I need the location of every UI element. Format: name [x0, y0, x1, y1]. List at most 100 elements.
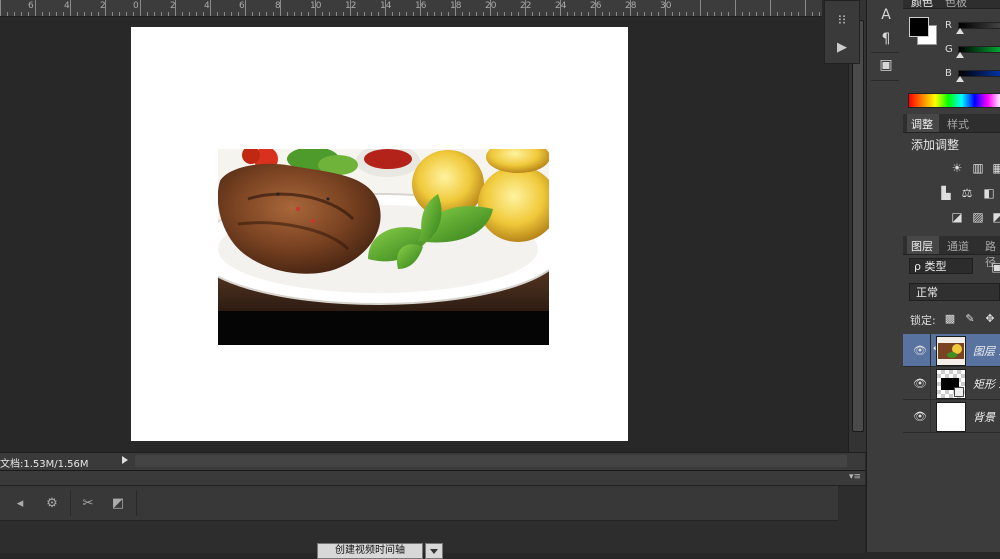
- ruler-label: 4: [64, 1, 70, 11]
- green-slider[interactable]: [958, 46, 1000, 53]
- ruler-tick: [70, 0, 71, 16]
- color-panel-tabs: 颜色 色板: [903, 0, 1000, 9]
- document-canvas[interactable]: [131, 27, 628, 441]
- vibrance-icon[interactable]: ▙: [939, 186, 953, 200]
- visibility-eye-icon[interactable]: 👁: [913, 410, 927, 423]
- right-panels: 颜色 色板 R G B 调整 样式 添加调整 ☀ ▥ ▦ ▙ ⚖ ◧ ◪ ▨ ◩: [903, 0, 1000, 552]
- black-white-icon[interactable]: ◧: [982, 186, 996, 200]
- play-icon[interactable]: ▶: [833, 39, 851, 57]
- scrollbar-thumb[interactable]: [852, 20, 864, 432]
- steak-plate-image: [218, 149, 549, 311]
- add-adjustment-title: 添加调整: [911, 138, 960, 152]
- ruler-tick: [0, 0, 1, 16]
- status-menu-arrow-icon[interactable]: [122, 456, 128, 464]
- ruler-tick: [259, 12, 260, 16]
- ruler-tick: [238, 12, 239, 16]
- layer-row[interactable]: 👁 矩形 1: [903, 367, 1000, 400]
- lock-transparent-icon[interactable]: ▩: [944, 313, 956, 325]
- blue-slider[interactable]: [958, 70, 1000, 77]
- lock-pixels-icon[interactable]: ✎: [964, 313, 976, 325]
- dock-divider: [871, 52, 899, 53]
- ruler-tick: [329, 12, 330, 16]
- color-spectrum[interactable]: [908, 93, 1000, 108]
- ruler-label: 6: [239, 1, 245, 11]
- dock-divider: [871, 80, 899, 81]
- layer-name[interactable]: 背景: [973, 409, 995, 425]
- tab-layers[interactable]: 图层: [911, 238, 933, 254]
- selective-color-icon[interactable]: ◩: [991, 210, 1000, 224]
- layer-row[interactable]: 👁 ↲ 图层 1: [903, 334, 1000, 367]
- tab-adjustments[interactable]: 调整: [911, 116, 933, 132]
- color-balance-icon[interactable]: ⚖: [960, 186, 974, 200]
- photo-filter-icon[interactable]: ◪: [950, 210, 964, 224]
- lock-position-icon[interactable]: ✥: [984, 313, 996, 325]
- foreground-color-swatch[interactable]: [909, 17, 929, 37]
- ruler-tick: [378, 12, 379, 16]
- ruler-tick: [217, 12, 218, 16]
- ruler-tick: [77, 12, 78, 16]
- ruler-tick: [658, 12, 659, 16]
- settings-icon[interactable]: ⚙: [42, 493, 62, 513]
- ruler-tick: [665, 0, 666, 16]
- ruler-tick: [672, 12, 673, 16]
- ruler-tick: [693, 12, 694, 16]
- ruler-tick: [784, 12, 785, 16]
- ruler-tick: [147, 12, 148, 16]
- ruler-tick: [574, 12, 575, 16]
- channel-label-b: B: [945, 68, 952, 79]
- tab-color[interactable]: 颜色: [911, 0, 933, 10]
- red-slider-thumb[interactable]: [956, 28, 964, 34]
- ruler-label: 4: [204, 1, 210, 11]
- red-slider[interactable]: [958, 22, 1000, 29]
- brightness-icon[interactable]: ☀: [950, 161, 964, 175]
- visibility-eye-icon[interactable]: 👁: [913, 377, 927, 390]
- history-icon[interactable]: ⁝⁝: [833, 12, 851, 30]
- green-slider-thumb[interactable]: [956, 52, 964, 58]
- tab-swatches[interactable]: 色板: [945, 0, 967, 10]
- timeline-type-dropdown[interactable]: [425, 543, 443, 559]
- food-photo[interactable]: [218, 149, 549, 311]
- tab-channels[interactable]: 通道: [947, 238, 969, 254]
- ruler-tick: [385, 0, 386, 16]
- go-to-first-icon[interactable]: ◂: [10, 493, 30, 513]
- panel-menu-icon[interactable]: ▾≡: [849, 472, 861, 482]
- levels-icon[interactable]: ▥: [971, 161, 985, 175]
- ruler-tick: [546, 12, 547, 16]
- vertical-scrollbar[interactable]: [848, 0, 866, 452]
- ruler-tick: [42, 12, 43, 16]
- layer-name[interactable]: 矩形 1: [973, 376, 1000, 392]
- character-icon[interactable]: A: [877, 6, 895, 24]
- tab-styles[interactable]: 样式: [947, 116, 969, 132]
- ruler-tick: [175, 0, 176, 16]
- ruler-tick: [301, 12, 302, 16]
- layer-filter-dropdown[interactable]: ρ 类型: [909, 258, 973, 274]
- rectangle-shape[interactable]: [218, 311, 549, 345]
- ruler-tick: [273, 12, 274, 16]
- layer-name[interactable]: 图层 1: [973, 343, 1000, 359]
- ruler-tick: [420, 0, 421, 16]
- ruler-tick: [203, 12, 204, 16]
- create-video-timeline-button[interactable]: 创建视频时间轴: [317, 543, 423, 559]
- split-scissors-icon[interactable]: ✂: [78, 493, 98, 513]
- ruler-tick: [357, 12, 358, 16]
- horizontal-scrollbar[interactable]: [135, 455, 847, 467]
- ruler-tick: [686, 12, 687, 16]
- transition-icon[interactable]: ◩: [108, 493, 128, 513]
- gradient-map-icon[interactable]: ▨: [971, 210, 985, 224]
- curves-icon[interactable]: ▦: [991, 161, 1000, 175]
- blue-slider-thumb[interactable]: [956, 76, 964, 82]
- toolbar-divider: [70, 490, 71, 516]
- ruler-tick: [280, 0, 281, 16]
- visibility-eye-icon[interactable]: 👁: [913, 344, 927, 357]
- ruler-label: 0: [133, 1, 139, 11]
- ruler-tick: [371, 12, 372, 16]
- image-filter-icon[interactable]: ▣: [990, 260, 1000, 274]
- blend-mode-dropdown[interactable]: 正常: [909, 283, 1000, 301]
- layer-row[interactable]: 👁 背景: [903, 400, 1000, 433]
- ruler-tick: [399, 12, 400, 16]
- 3d-icon[interactable]: ▣: [877, 56, 895, 74]
- canvas-area[interactable]: [0, 17, 848, 452]
- paragraph-icon[interactable]: ¶: [877, 30, 895, 48]
- row-divider: [930, 334, 931, 366]
- ruler-tick: [728, 12, 729, 16]
